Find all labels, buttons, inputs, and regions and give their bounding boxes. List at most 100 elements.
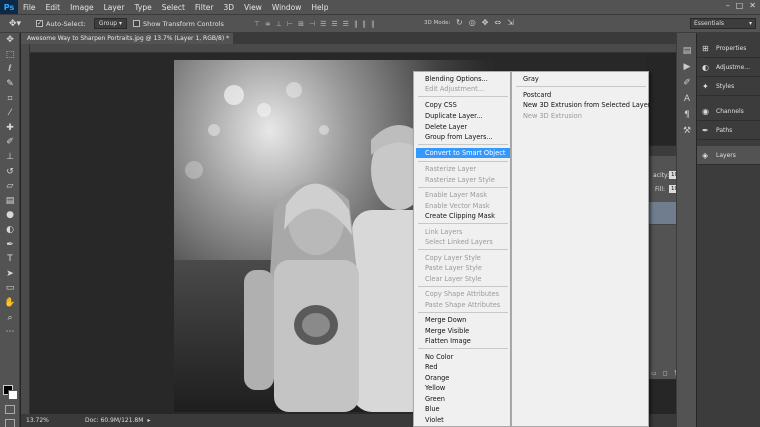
new-layer-icon[interactable]: ◻ [663, 370, 668, 377]
menu-filter[interactable]: Filter [190, 3, 219, 12]
menu-item-yellow[interactable]: Yellow [414, 383, 510, 393]
new-group-icon[interactable]: ▭ [651, 370, 657, 377]
3d-scale-icon[interactable]: ⇲ [507, 18, 514, 27]
distribute-vcenter-icon[interactable]: ☰ [331, 20, 337, 28]
maximize-button[interactable]: □ [736, 1, 744, 10]
align-bottom-icon[interactable]: ⊥ [276, 20, 282, 28]
minimize-button[interactable]: – [726, 1, 730, 10]
eyedropper-tool-icon[interactable]: ⁄ [0, 106, 20, 121]
quick-mask-icon[interactable] [5, 405, 15, 414]
horizontal-ruler[interactable] [30, 44, 676, 53]
tool-presets-icon[interactable]: ⚒ [677, 123, 697, 139]
vertical-ruler[interactable] [21, 44, 30, 414]
show-transform-checkbox[interactable] [133, 20, 141, 27]
menu-item-merge-down[interactable]: Merge Down [414, 315, 510, 325]
crop-tool-icon[interactable]: ⌗ [0, 91, 20, 106]
menu-layer[interactable]: Layer [99, 3, 130, 12]
move-tool-icon[interactable]: ✥ [0, 33, 20, 48]
auto-select-checkbox[interactable]: ✓ [36, 20, 43, 27]
align-hcenter-icon[interactable]: ⊞ [298, 20, 304, 28]
brush-presets-icon[interactable]: ✐ [677, 75, 697, 91]
auto-select-target-dropdown[interactable]: Group ▾ [93, 18, 128, 29]
menu-item-new-3d-extrusion-selected[interactable]: New 3D Extrusion from Selected Layer [512, 100, 650, 110]
distribute-right-icon[interactable]: ‖ [371, 20, 375, 28]
more-tools-icon[interactable]: ⋯ [0, 325, 20, 340]
workspace-switcher[interactable]: Essentials ▾ [690, 18, 756, 29]
document-tab[interactable]: Awesome Way to Sharpen Portraits.jpg @ 1… [21, 33, 233, 44]
menu-item-violet[interactable]: Violet [414, 415, 510, 425]
gradient-tool-icon[interactable]: ▤ [0, 194, 20, 209]
pen-tool-icon[interactable]: ✒ [0, 237, 20, 252]
document-info[interactable]: Doc: 60.9M/121.8M [85, 417, 143, 424]
type-tool-icon[interactable]: T [0, 252, 20, 267]
brush-tool-icon[interactable]: ✐ [0, 135, 20, 150]
menu-item-gray[interactable]: Gray [512, 74, 648, 84]
paragraph-icon[interactable]: ¶ [677, 107, 697, 123]
3d-rotate-icon[interactable]: ↻ [456, 18, 463, 27]
panel-channels[interactable]: ◉ Channels [697, 102, 760, 121]
menu-item-orange[interactable]: Orange [414, 373, 510, 383]
menu-item-red[interactable]: Red [414, 362, 510, 372]
align-right-icon[interactable]: ⊣ [309, 20, 315, 28]
zoom-level[interactable]: 13.72% [21, 417, 71, 424]
marquee-tool-icon[interactable]: ⬚ [0, 48, 20, 63]
background-color-swatch[interactable] [8, 390, 18, 400]
clone-stamp-tool-icon[interactable]: ⊥ [0, 150, 20, 165]
menu-item-duplicate-layer[interactable]: Duplicate Layer... [414, 111, 510, 121]
menu-3d[interactable]: 3D [218, 3, 239, 12]
character-icon[interactable]: A [677, 91, 697, 107]
menu-item-create-clipping-mask[interactable]: Create Clipping Mask [414, 211, 510, 221]
actions-icon[interactable]: ▶ [677, 59, 697, 75]
menu-window[interactable]: Window [267, 3, 307, 12]
path-selection-tool-icon[interactable]: ➤ [0, 267, 20, 282]
screen-mode-icon[interactable] [5, 419, 15, 427]
distribute-hcenter-icon[interactable]: ‖ [362, 20, 366, 28]
quick-select-tool-icon[interactable]: ✎ [0, 77, 20, 92]
distribute-top-icon[interactable]: ☰ [320, 20, 326, 28]
move-tool-preset-icon[interactable]: ✥▾ [0, 19, 30, 29]
panel-layers[interactable]: ◈ Layers [697, 146, 760, 165]
menu-help[interactable]: Help [306, 3, 333, 12]
panel-paths[interactable]: ✒ Paths [697, 121, 760, 140]
menu-item-group-from-layers[interactable]: Group from Layers... [414, 132, 510, 142]
menu-item-postcard[interactable]: Postcard [512, 90, 648, 100]
menu-item-green[interactable]: Green [414, 394, 510, 404]
align-left-icon[interactable]: ⊢ [287, 20, 293, 28]
distribute-left-icon[interactable]: ‖ [354, 20, 358, 28]
menu-item-merge-visible[interactable]: Merge Visible [414, 326, 510, 336]
zoom-tool-icon[interactable]: ⌕ [0, 310, 20, 325]
menu-view[interactable]: View [239, 3, 267, 12]
3d-roll-icon[interactable]: ◎ [469, 18, 476, 27]
menu-select[interactable]: Select [157, 3, 190, 12]
menu-item-convert-to-smart-object[interactable]: Convert to Smart Object [416, 148, 510, 158]
history-icon[interactable]: ▤ [677, 43, 697, 59]
panel-styles[interactable]: ✦ Styles [697, 77, 760, 96]
menu-item-copy-css[interactable]: Copy CSS [414, 100, 510, 110]
menu-file[interactable]: File [18, 3, 41, 12]
history-brush-tool-icon[interactable]: ↺ [0, 164, 20, 179]
blur-tool-icon[interactable]: ● [0, 208, 20, 223]
close-button[interactable]: ✕ [749, 1, 756, 10]
hand-tool-icon[interactable]: ✋ [0, 296, 20, 311]
panel-properties[interactable]: ⊞ Properties [697, 39, 760, 58]
3d-slide-icon[interactable]: ⇔ [494, 18, 501, 27]
lasso-tool-icon[interactable]: ℓ [0, 62, 20, 77]
menu-item-blue[interactable]: Blue [414, 404, 510, 414]
dodge-tool-icon[interactable]: ◐ [0, 223, 20, 238]
menu-item-blending-options[interactable]: Blending Options... [414, 74, 510, 84]
status-menu-arrow-icon[interactable]: ▸ [147, 417, 150, 424]
panel-adjustments[interactable]: ◐ Adjustme... [697, 58, 760, 77]
menu-item-flatten-image[interactable]: Flatten Image [414, 336, 510, 346]
eraser-tool-icon[interactable]: ▱ [0, 179, 20, 194]
align-top-icon[interactable]: ⊤ [254, 20, 260, 28]
menu-item-delete-layer[interactable]: Delete Layer [414, 122, 510, 132]
healing-brush-tool-icon[interactable]: ✚ [0, 121, 20, 136]
menu-type[interactable]: Type [130, 3, 157, 12]
shape-tool-icon[interactable]: ▭ [0, 281, 20, 296]
menu-edit[interactable]: Edit [41, 3, 66, 12]
menu-image[interactable]: Image [65, 3, 99, 12]
3d-pan-icon[interactable]: ✥ [482, 18, 489, 27]
menu-item-no-color[interactable]: No Color [414, 352, 510, 362]
align-vcenter-icon[interactable]: ≑ [265, 20, 271, 28]
distribute-bottom-icon[interactable]: ☰ [343, 20, 349, 28]
